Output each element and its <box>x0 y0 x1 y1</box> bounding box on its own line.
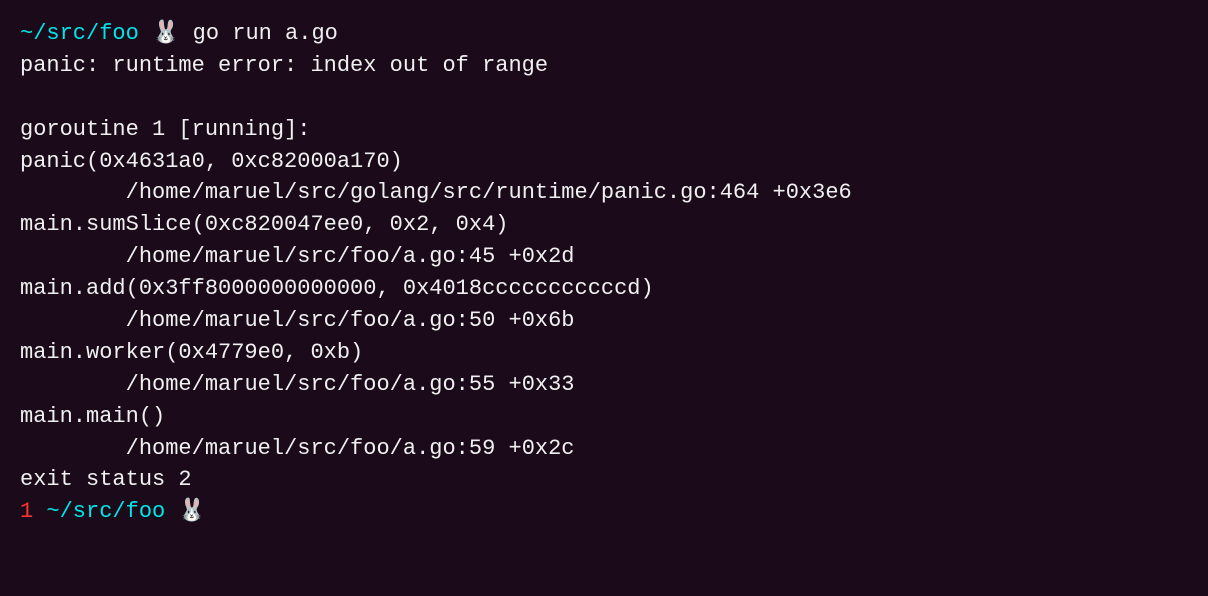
terminal-window: ~/src/foo 🐰 go run a.go panic: runtime e… <box>20 18 1188 578</box>
sumslice-location-line: /home/maruel/src/foo/a.go:45 +0x2d <box>20 241 1188 273</box>
command-text: go run a.go <box>179 18 337 50</box>
goroutine-text: goroutine 1 [running]: <box>20 114 310 146</box>
mainadd-location-line: /home/maruel/src/foo/a.go:50 +0x6b <box>20 305 1188 337</box>
mainmain-line: main.main() <box>20 401 1188 433</box>
panic-location-text: /home/maruel/src/golang/src/runtime/pani… <box>126 177 852 209</box>
indent-3 <box>20 305 126 337</box>
error-text: panic: runtime error: index out of range <box>20 50 548 82</box>
sumslice-text: main.sumSlice(0xc820047ee0, 0x2, 0x4) <box>20 209 508 241</box>
mainmain-text: main.main() <box>20 401 165 433</box>
mainadd-text: main.add(0x3ff8000000000000, 0x4018ccccc… <box>20 273 654 305</box>
panic-call-line: panic(0x4631a0, 0xc82000a170) <box>20 146 1188 178</box>
command-line: ~/src/foo 🐰 go run a.go <box>20 18 1188 50</box>
sumslice-line: main.sumSlice(0xc820047ee0, 0x2, 0x4) <box>20 209 1188 241</box>
blank-line-1 <box>20 82 1188 114</box>
prompt-path: ~/src/foo <box>20 18 139 50</box>
indent-1 <box>20 177 126 209</box>
prompt-number: 1 <box>20 496 33 528</box>
indent-2 <box>20 241 126 273</box>
prompt-path-2: ~/src/foo <box>33 496 165 528</box>
panic-location-line: /home/maruel/src/golang/src/runtime/pani… <box>20 177 1188 209</box>
goroutine-line: goroutine 1 [running]: <box>20 114 1188 146</box>
mainadd-location-text: /home/maruel/src/foo/a.go:50 +0x6b <box>126 305 575 337</box>
sumslice-location-text: /home/maruel/src/foo/a.go:45 +0x2d <box>126 241 575 273</box>
exit-text: exit status 2 <box>20 464 192 496</box>
rabbit-icon-2: 🐰 <box>165 496 206 528</box>
mainadd-line: main.add(0x3ff8000000000000, 0x4018ccccc… <box>20 273 1188 305</box>
mainworker-text: main.worker(0x4779e0, 0xb) <box>20 337 363 369</box>
panic-line: panic: runtime error: index out of range <box>20 50 1188 82</box>
exit-line: exit status 2 <box>20 464 1188 496</box>
mainworker-line: main.worker(0x4779e0, 0xb) <box>20 337 1188 369</box>
indent-4 <box>20 369 126 401</box>
mainmain-location-line: /home/maruel/src/foo/a.go:59 +0x2c <box>20 433 1188 465</box>
mainmain-location-text: /home/maruel/src/foo/a.go:59 +0x2c <box>126 433 575 465</box>
panic-call-text: panic(0x4631a0, 0xc82000a170) <box>20 146 403 178</box>
rabbit-icon-1: 🐰 <box>139 18 180 50</box>
indent-5 <box>20 433 126 465</box>
next-prompt-line: 1 ~/src/foo 🐰 <box>20 496 1188 528</box>
mainworker-location-line: /home/maruel/src/foo/a.go:55 +0x33 <box>20 369 1188 401</box>
mainworker-location-text: /home/maruel/src/foo/a.go:55 +0x33 <box>126 369 575 401</box>
